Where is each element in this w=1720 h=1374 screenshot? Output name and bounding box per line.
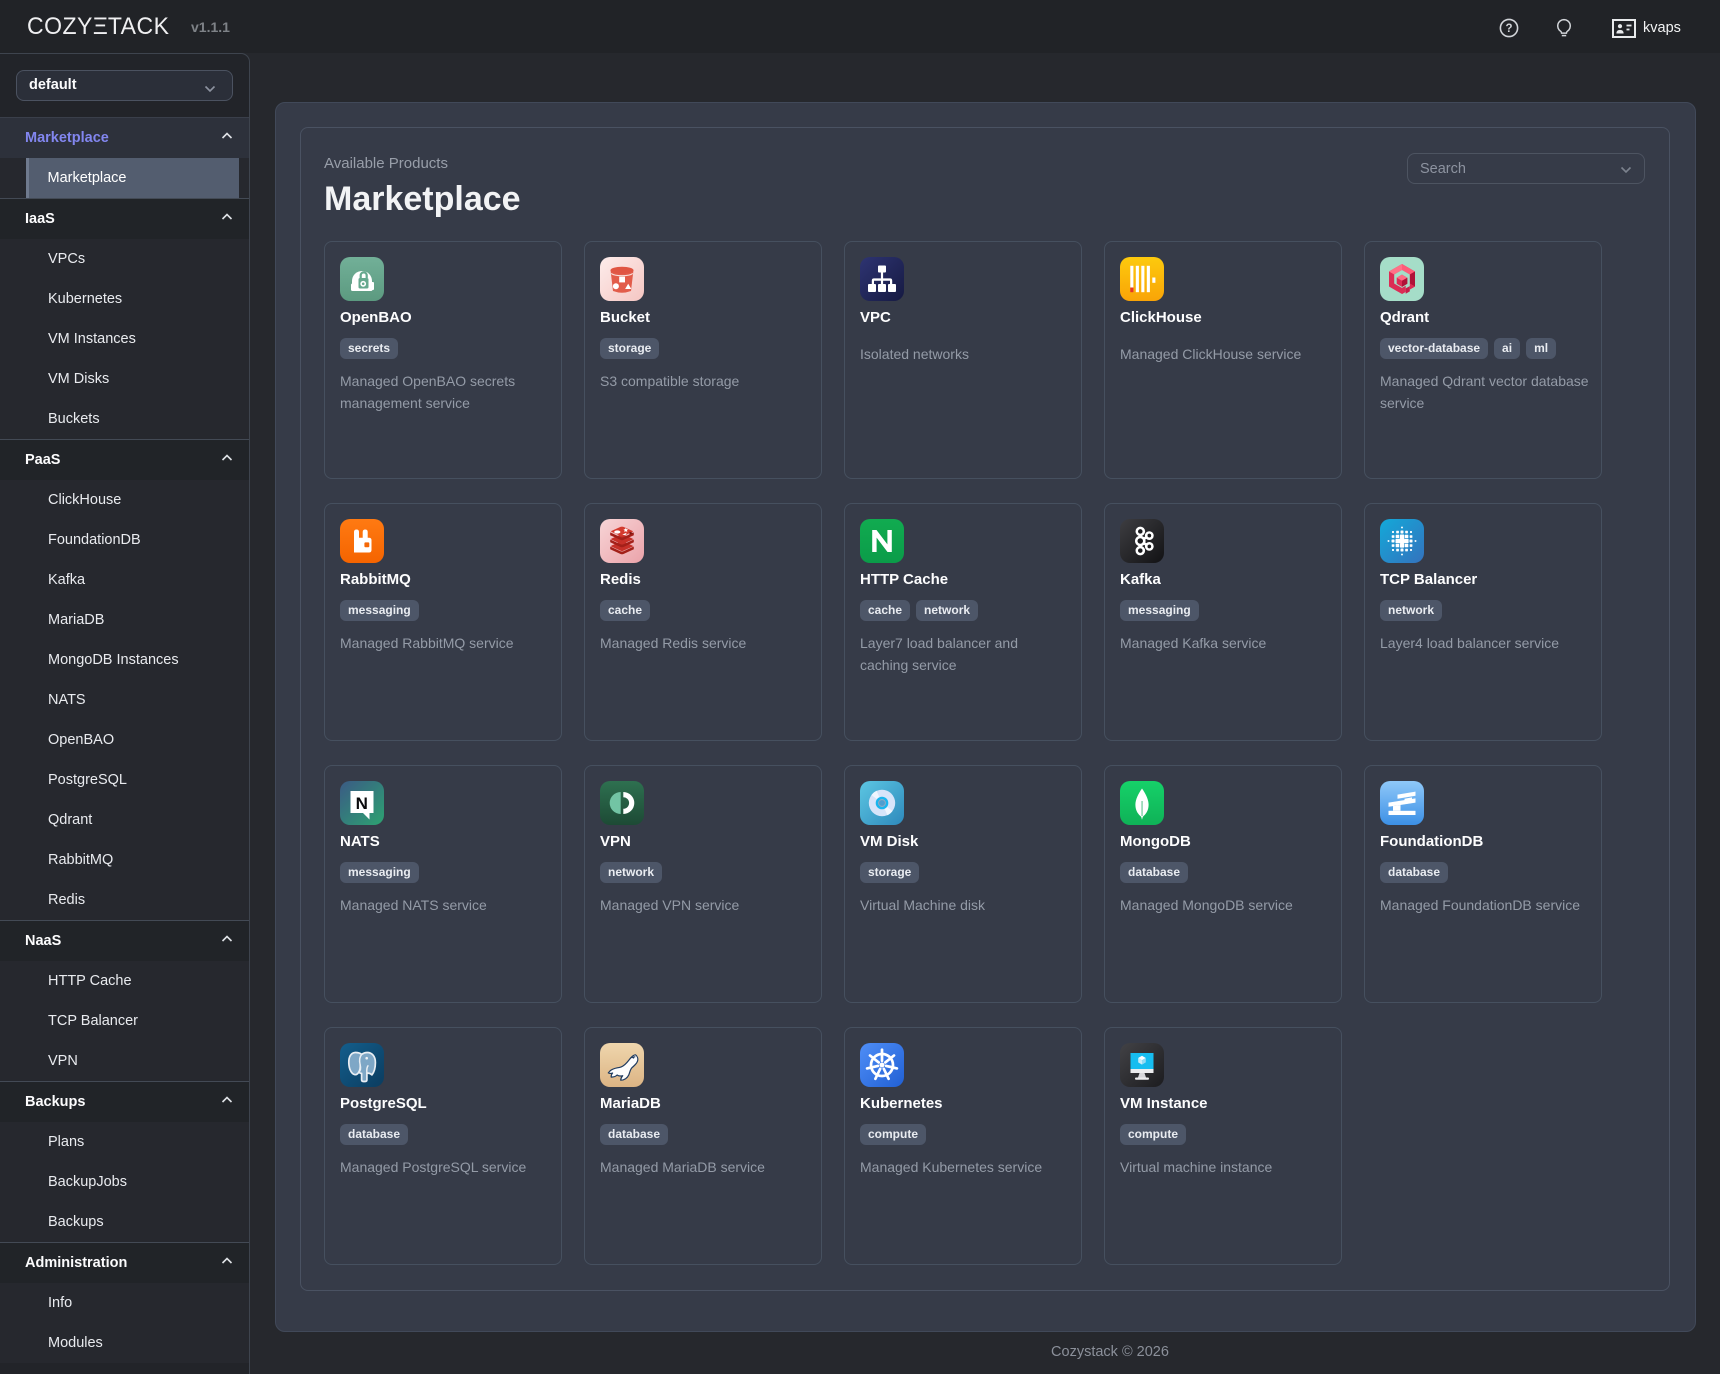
svg-text:N: N (356, 794, 368, 813)
svg-text:?: ? (1505, 23, 1512, 35)
